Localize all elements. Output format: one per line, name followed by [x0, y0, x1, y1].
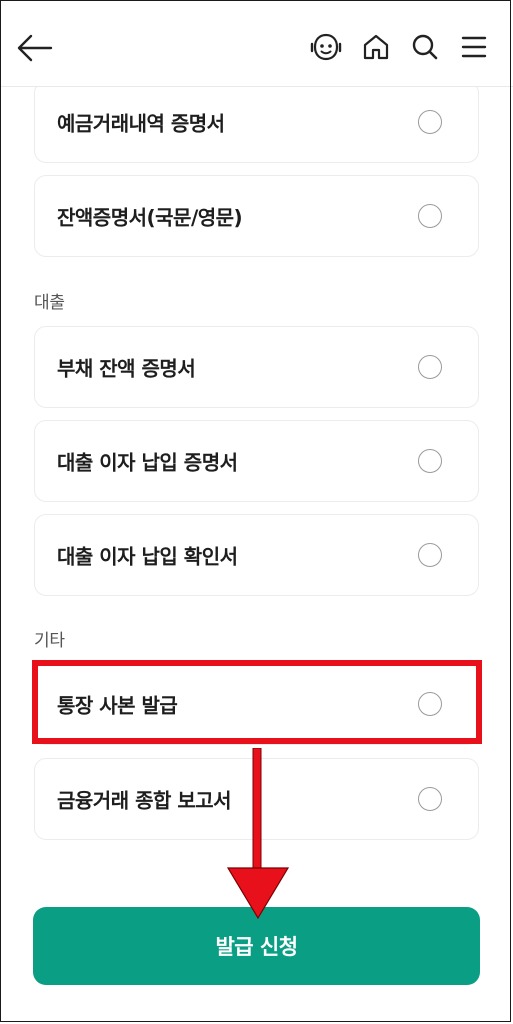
option-label: 대출 이자 납입 확인서 [57, 544, 238, 569]
radio-button[interactable] [418, 204, 442, 228]
back-button[interactable] [14, 30, 54, 66]
section-title-loan: 대출 [34, 293, 65, 313]
radio-button[interactable] [418, 449, 442, 473]
option-card-balance-certificate[interactable]: 잔액증명서(국문/영문) [34, 175, 479, 257]
back-arrow-icon [17, 34, 53, 62]
search-button[interactable] [406, 29, 444, 65]
option-label: 잔액증명서(국문/영문) [57, 205, 243, 230]
option-label: 대출 이자 납입 증명서 [57, 450, 238, 475]
section-title-other: 기타 [34, 631, 65, 651]
option-label: 예금거래내역 증명서 [57, 111, 225, 136]
menu-icon [461, 36, 487, 58]
option-card-loan-interest-certificate[interactable]: 대출 이자 납입 증명서 [34, 420, 479, 502]
menu-button[interactable] [455, 29, 493, 65]
issue-request-button[interactable]: 발급 신청 [33, 907, 480, 985]
option-card-deposit-history[interactable]: 예금거래내역 증명서 [34, 86, 479, 163]
home-button[interactable] [357, 29, 395, 65]
option-card-financial-report[interactable]: 금융거래 종합 보고서 [34, 758, 479, 840]
radio-button[interactable] [418, 692, 442, 716]
radio-button[interactable] [418, 787, 442, 811]
option-card-debt-balance[interactable]: 부채 잔액 증명서 [34, 326, 479, 408]
option-label: 금융거래 종합 보고서 [57, 788, 232, 813]
option-card-passbook-copy[interactable]: 통장 사본 발급 [34, 663, 479, 745]
certificate-list: 예금거래내역 증명서 잔액증명서(국문/영문) 대출 부채 잔액 증명서 대출 … [0, 86, 513, 1024]
radio-button[interactable] [418, 110, 442, 134]
home-icon [363, 34, 389, 60]
chatbot-icon [310, 33, 342, 61]
radio-button[interactable] [418, 355, 442, 379]
search-icon [412, 34, 438, 60]
radio-button[interactable] [418, 543, 442, 567]
option-label: 통장 사본 발급 [57, 693, 178, 718]
option-label: 부채 잔액 증명서 [57, 356, 196, 381]
option-card-loan-interest-confirmation[interactable]: 대출 이자 납입 확인서 [34, 514, 479, 596]
app-header [0, 0, 513, 87]
chatbot-button[interactable] [307, 29, 345, 65]
